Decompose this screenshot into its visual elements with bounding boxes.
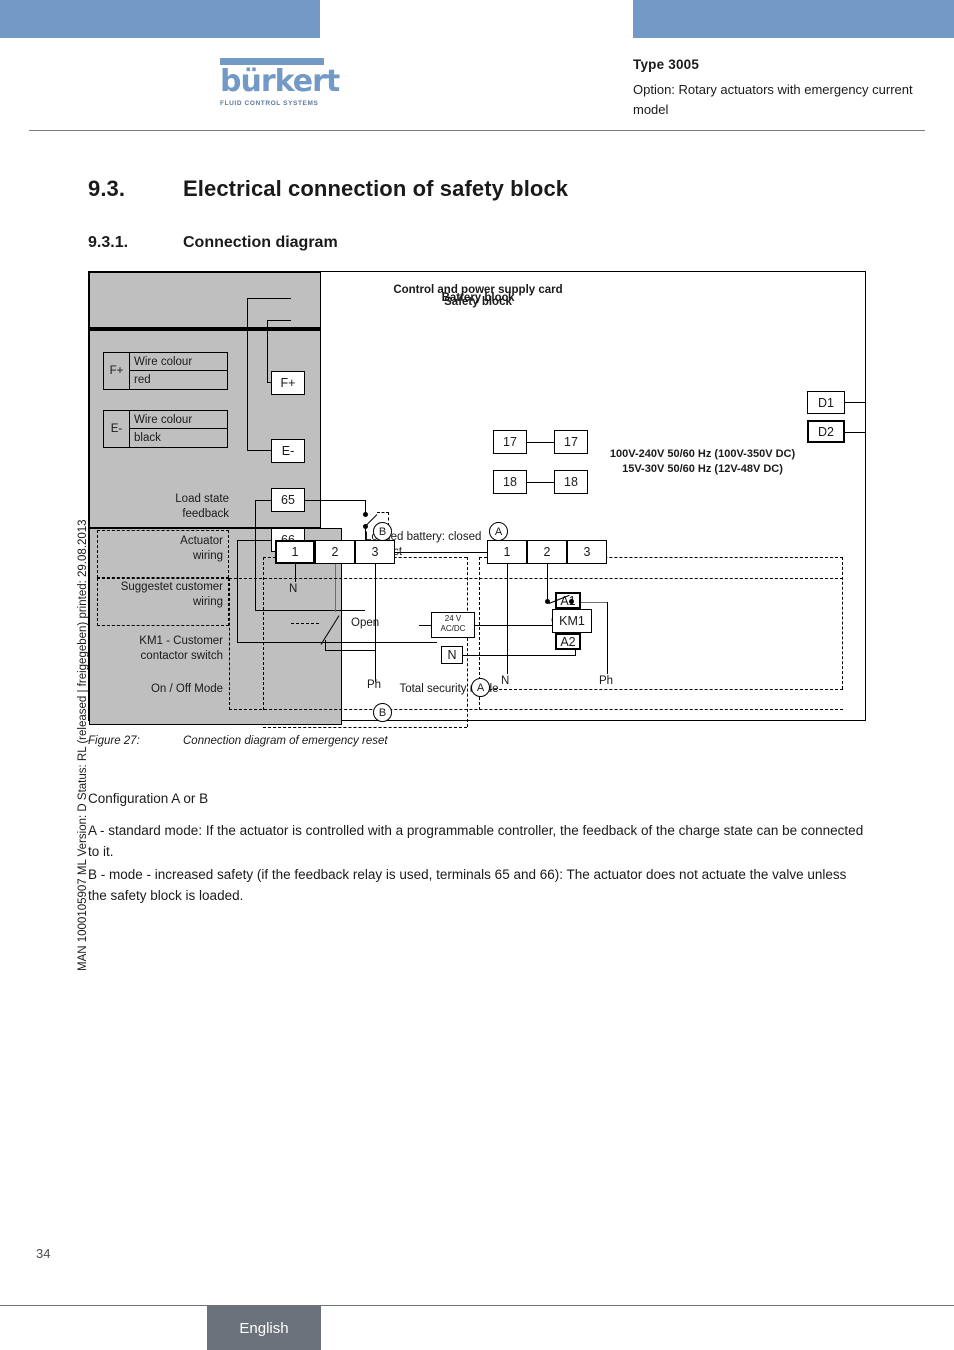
wire-fplus-vertical [267, 320, 268, 382]
wire-table-terminal-fplus: F+ [104, 353, 130, 389]
wire-battery-top-h [247, 298, 291, 299]
contact-dot-upper [363, 512, 368, 517]
connector-a-pin-2[interactable]: 2 [527, 540, 567, 564]
marker-a-bottom: A [471, 678, 490, 697]
connector-b-pin-1[interactable]: 1 [275, 540, 315, 564]
label-b-phase: Ph [367, 679, 382, 691]
label-a-phase: Ph [599, 675, 614, 687]
connection-diagram: F+ Wire colour red E- Wire colour black … [88, 271, 866, 728]
label-a-neutral: N [501, 675, 510, 687]
supply-24v-box: 24 V AC/DC [431, 612, 475, 638]
terminal-f-plus[interactable]: F+ [271, 371, 305, 395]
subsection-title: Connection diagram [183, 234, 338, 251]
wire-table-colour-eminus: black [134, 432, 161, 444]
label-open-b: Open [351, 617, 380, 629]
configuration-b-paragraph: B - mode - increased safety (if the feed… [88, 867, 847, 903]
wire-battery-bot-h [267, 320, 291, 321]
terminal-d1[interactable]: D1 [807, 391, 845, 414]
terminal-65[interactable]: 65 [271, 488, 305, 512]
marker-b-top: B [373, 522, 392, 541]
wire-eminus-vertical [247, 298, 248, 450]
switch-a-dot-left [545, 599, 550, 604]
terminal-n-box[interactable]: N [441, 646, 463, 664]
logo-tagline: FLUID CONTROL SYSTEMS [220, 100, 319, 107]
connector-b-pin-3[interactable]: 3 [355, 540, 395, 564]
wire-colour-table-fplus: F+ Wire colour red [103, 352, 228, 390]
terminal-18-left[interactable]: 18 [493, 470, 527, 494]
configuration-heading: Configuration A or B [88, 791, 209, 806]
wire-65-to-contact [305, 500, 365, 501]
section-number: 9.3. [88, 176, 126, 201]
wire-65-h [255, 500, 271, 501]
header-divider [29, 130, 925, 131]
label-on-off-mode: On / Off Mode [150, 683, 223, 695]
figure-caption-text: Connection diagram of emergency reset [183, 735, 388, 747]
wire-eminus-h [247, 450, 271, 451]
label-b-neutral: N [289, 583, 298, 595]
label-km1-contactor: KM1 - Customer contactor switch [139, 635, 223, 662]
supply-24v-line1: 24 V [444, 614, 462, 623]
wire-17-link [527, 442, 554, 443]
supply-24v-line2: AC/DC [440, 624, 466, 633]
voltage-spec-line-2: 15V-30V 50/60 Hz (12V-48V DC) [622, 463, 783, 475]
figure-caption-label: Figure 27: [88, 735, 140, 747]
terminal-e-minus[interactable]: E- [271, 439, 305, 463]
wire-table-terminal-eminus: E- [104, 411, 130, 447]
wire-colour-table-eminus: E- Wire colour black [103, 410, 228, 448]
label-customer-wiring: Suggestet customer wiring [120, 581, 223, 608]
terminal-17-left[interactable]: 17 [493, 430, 527, 454]
wire-table-header-eminus: Wire colour [130, 411, 227, 429]
group-b-dashed-bottom [263, 727, 467, 728]
header-accent-bar-left [0, 0, 320, 38]
configuration-a-paragraph: A - standard mode: If the actuator is co… [88, 823, 864, 859]
wire-18-link [527, 482, 554, 483]
label-load-state-feedback: Load state feedback [175, 493, 229, 520]
contact-dot-lower [363, 524, 368, 529]
safety-block-label: Safety block [444, 296, 512, 308]
language-badge: English [207, 1306, 321, 1350]
burkert-logo: bürkert FLUID CONTROL SYSTEMS [220, 58, 340, 107]
connector-a-pin-3[interactable]: 3 [567, 540, 607, 564]
header-accent-bar-right [633, 0, 954, 38]
footer-divider [0, 1305, 954, 1306]
contactor-km1[interactable]: KM1 [552, 609, 592, 633]
wire-d1-lead [845, 402, 865, 403]
section-title: Electrical connection of safety block [183, 176, 569, 201]
marker-a-top: A [489, 522, 508, 541]
header-subtitle: Option: Rotary actuators with emergency … [633, 82, 913, 117]
connector-a-pin-1[interactable]: 1 [487, 540, 527, 564]
terminal-17-right[interactable]: 17 [554, 430, 588, 454]
control-card-label: Control and power supply card [393, 284, 563, 296]
switch-a-dot-right [569, 599, 574, 604]
terminal-18-right[interactable]: 18 [554, 470, 588, 494]
wire-d2-lead [845, 432, 865, 433]
subsection-number: 9.3.1. [88, 234, 129, 251]
connector-b-pin-2[interactable]: 2 [315, 540, 355, 564]
voltage-spec-line-1: 100V-240V 50/60 Hz (100V-350V DC) [609, 448, 796, 460]
wire-66-h [237, 540, 271, 541]
marker-b-bottom: B [373, 703, 392, 722]
group-a-dashed-top [479, 557, 843, 689]
terminal-d2[interactable]: D2 [807, 420, 845, 443]
header-type-title: Type 3005 [633, 57, 700, 72]
page-number: 34 [36, 1246, 51, 1261]
wire-table-header-fplus: Wire colour [130, 353, 227, 371]
label-actuator-wiring: Actuator wiring [180, 535, 223, 562]
terminal-a2[interactable]: A2 [555, 633, 581, 650]
wire-table-colour-fplus: red [134, 374, 151, 386]
logo-wordmark: bürkert [220, 64, 340, 99]
